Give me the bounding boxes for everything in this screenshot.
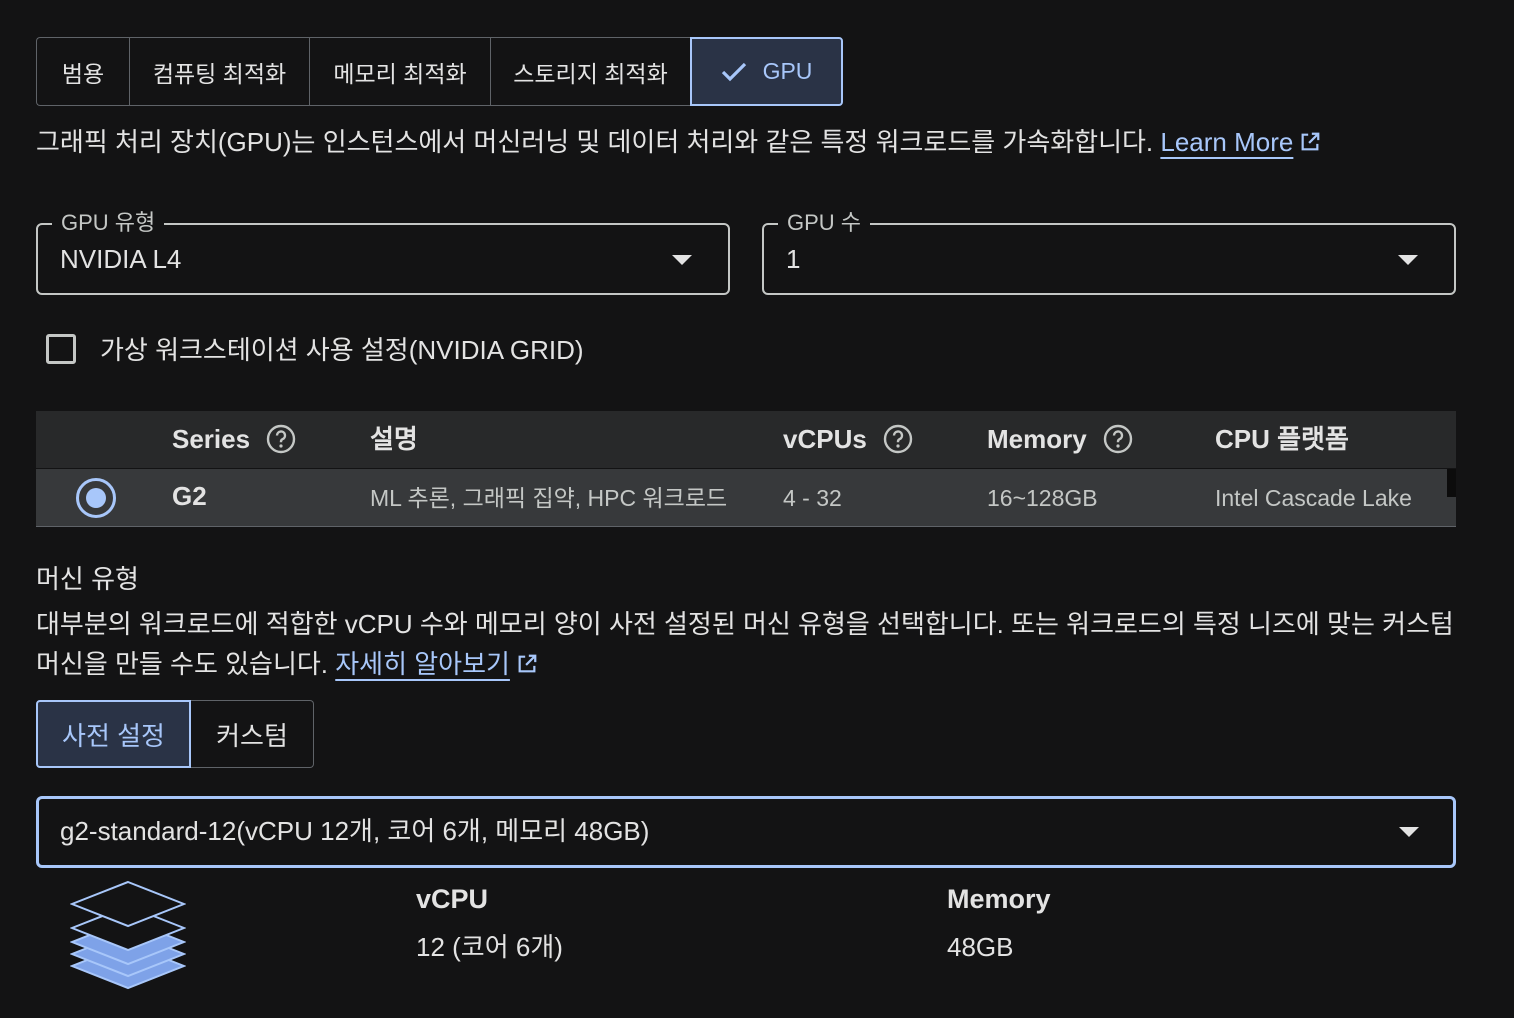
col-description-label: 설명: [370, 424, 418, 454]
gpu-description-text: 그래픽 처리 장치(GPU)는 인스턴스에서 머신러닝 및 데이터 처리와 같은…: [36, 127, 1154, 157]
series-radio[interactable]: [76, 478, 116, 518]
virtual-workstation-checkbox[interactable]: [46, 334, 76, 364]
row-cpu-platform: Intel Cascade Lake: [1215, 485, 1412, 511]
col-cpu-platform-label: CPU 플랫폼: [1215, 424, 1349, 454]
table-scrollbar[interactable]: [1447, 469, 1456, 497]
virtual-workstation-label: 가상 워크스테이션 사용 설정(NVIDIA GRID): [100, 335, 584, 365]
tab-compute-optimized[interactable]: 컴퓨팅 최적화: [129, 37, 309, 106]
gpu-count-select[interactable]: GPU 수 1: [762, 208, 1456, 295]
external-link-icon: [1299, 126, 1321, 162]
help-icon[interactable]: [883, 424, 913, 454]
gpu-description: 그래픽 처리 장치(GPU)는 인스턴스에서 머신러닝 및 데이터 처리와 같은…: [36, 124, 1321, 162]
gpu-count-label: GPU 수: [778, 208, 871, 238]
memory-value: 48GB: [947, 932, 1014, 962]
row-description: ML 추론, 그래픽 집약, HPC 워크로드: [370, 485, 728, 511]
tab-memory-optimized[interactable]: 메모리 최적화: [309, 37, 490, 106]
table-row[interactable]: G2 ML 추론, 그래픽 집약, HPC 워크로드 4 - 32 16~128…: [36, 469, 1456, 527]
row-series: G2: [172, 481, 207, 511]
vcpu-heading: vCPU: [416, 884, 489, 914]
external-link-icon: [516, 646, 538, 686]
row-memory: 16~128GB: [987, 485, 1098, 511]
machine-stack-icon: [69, 878, 187, 1005]
preset-button[interactable]: 사전 설정: [36, 700, 191, 768]
machine-type-value: g2-standard-12(vCPU 12개, 코어 6개, 메모리 48GB…: [60, 816, 650, 846]
dropdown-arrow-icon: [672, 255, 692, 265]
check-icon: [721, 62, 747, 82]
tab-label: 컴퓨팅 최적화: [152, 60, 287, 87]
tab-label: 스토리지 최적화: [513, 60, 668, 87]
custom-button[interactable]: 커스텀: [191, 700, 314, 768]
gpu-learn-more-link[interactable]: Learn More: [1160, 127, 1293, 157]
machine-type-description: 대부분의 워크로드에 적합한 vCPU 수와 메모리 양이 사전 설정된 머신 …: [36, 604, 1456, 686]
vcpu-value: 12 (코어 6개): [416, 932, 563, 962]
col-series-label: Series: [172, 424, 251, 454]
custom-label: 커스텀: [216, 720, 288, 751]
preset-label: 사전 설정: [62, 720, 165, 751]
row-vcpus: 4 - 32: [783, 485, 842, 511]
gpu-count-value: 1: [786, 244, 801, 274]
dropdown-arrow-icon: [1398, 255, 1418, 265]
machine-type-select[interactable]: g2-standard-12(vCPU 12개, 코어 6개, 메모리 48GB…: [36, 796, 1456, 868]
machine-type-learn-more-link[interactable]: 자세히 알아보기: [335, 649, 510, 679]
col-cpu-platform: CPU 플랫폼: [1215, 421, 1349, 457]
tab-label: GPU: [762, 58, 813, 84]
gpu-type-select[interactable]: GPU 유형 NVIDIA L4: [36, 208, 730, 295]
tab-general-purpose[interactable]: 범용: [36, 37, 129, 106]
col-vcpus: vCPUs: [783, 421, 913, 457]
col-memory-label: Memory: [987, 424, 1087, 454]
dropdown-arrow-icon: [1399, 827, 1419, 837]
tab-label: 메모리 최적화: [333, 60, 467, 87]
machine-family-tabs: 범용 컴퓨팅 최적화 메모리 최적화 스토리지 최적화 GPU: [36, 37, 843, 106]
help-icon[interactable]: [1103, 424, 1133, 454]
tab-gpu[interactable]: GPU: [690, 37, 843, 106]
machine-type-title: 머신 유형: [36, 564, 139, 594]
help-icon[interactable]: [266, 424, 296, 454]
tab-storage-optimized[interactable]: 스토리지 최적화: [490, 37, 690, 106]
series-table-header: Series 설명 vCPUs Memory CPU 플랫폼: [36, 411, 1456, 468]
col-series: Series: [172, 421, 296, 457]
machine-type-mode-toggle: 사전 설정 커스텀: [36, 700, 314, 768]
tab-label: 범용: [61, 60, 105, 87]
col-description: 설명: [370, 421, 418, 457]
col-memory: Memory: [987, 421, 1133, 457]
memory-heading: Memory: [947, 884, 1051, 914]
gpu-type-label: GPU 유형: [52, 208, 165, 238]
machine-type-description-text: 대부분의 워크로드에 적합한 vCPU 수와 메모리 양이 사전 설정된 머신 …: [36, 609, 1454, 679]
gpu-type-value: NVIDIA L4: [60, 244, 182, 274]
col-vcpus-label: vCPUs: [783, 424, 867, 454]
